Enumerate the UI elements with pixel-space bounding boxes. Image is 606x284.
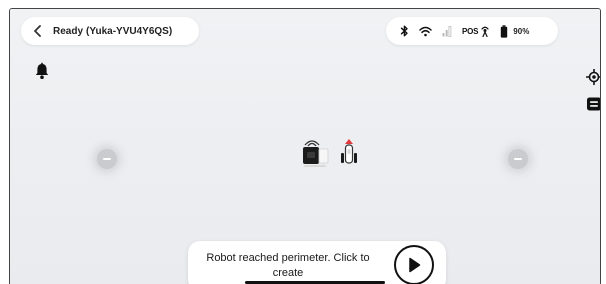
bell-icon xyxy=(35,62,49,79)
chevron-left-icon xyxy=(34,25,41,37)
pos-satellite-icon: POS xyxy=(462,25,490,37)
app-frame: Ready (Yuka-YVU4Y6QS) POS 90% Robot reac… xyxy=(0,0,606,284)
wifi-icon xyxy=(419,26,432,37)
robot-id: (Yuka-YVU4Y6QS) xyxy=(86,25,173,37)
battery-icon: 90% xyxy=(500,24,530,38)
charging-dock[interactable] xyxy=(302,135,332,171)
notifications-button[interactable] xyxy=(34,62,50,80)
layers-icon xyxy=(587,97,600,111)
robot-mower-icon xyxy=(341,139,357,164)
layers-button[interactable] xyxy=(586,96,600,112)
back-button[interactable] xyxy=(25,18,51,44)
battery-percent: 90% xyxy=(513,26,530,36)
perimeter-prompt-card: Robot reached perimeter. Click to create xyxy=(188,241,446,284)
bluetooth-icon xyxy=(400,25,409,37)
status-bar: Ready (Yuka-YVU4Y6QS) xyxy=(21,17,199,45)
pos-label: POS xyxy=(462,26,479,36)
cellular-signal-icon xyxy=(442,25,452,37)
connectivity-bar: POS 90% xyxy=(386,17,558,45)
charging-dock-icon xyxy=(303,140,329,167)
play-icon xyxy=(409,257,421,273)
robot-status: Ready (Yuka-YVU4Y6QS) xyxy=(53,26,172,37)
map-marker-right[interactable] xyxy=(508,149,528,169)
robot-mower[interactable] xyxy=(338,137,360,171)
marker-dash xyxy=(514,158,522,160)
locate-button[interactable] xyxy=(585,68,600,86)
locate-icon xyxy=(585,68,600,86)
marker-dash xyxy=(103,158,111,160)
device-screen: Ready (Yuka-YVU4Y6QS) POS 90% Robot reac… xyxy=(9,8,601,284)
map-marker-left[interactable] xyxy=(97,149,117,169)
perimeter-message[interactable]: Robot reached perimeter. Click to create xyxy=(198,251,378,281)
status-label: Ready xyxy=(53,25,84,37)
play-button[interactable] xyxy=(394,245,434,284)
